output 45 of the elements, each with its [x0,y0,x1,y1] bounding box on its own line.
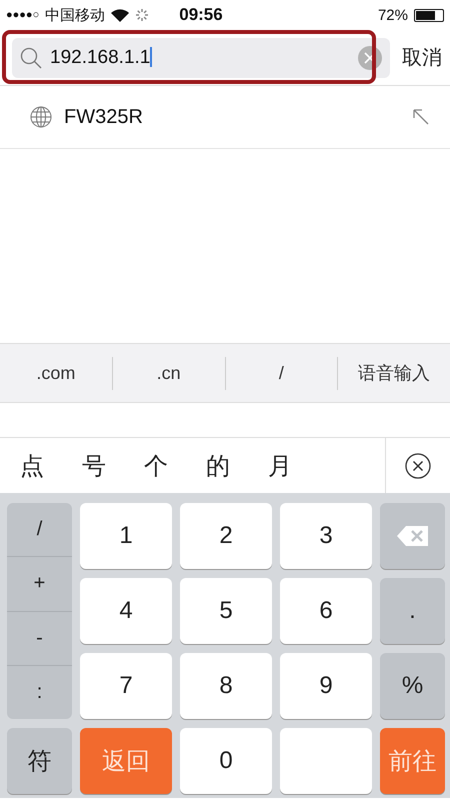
arrow-icon[interactable] [412,108,430,126]
delete-key[interactable] [380,503,445,569]
search-icon [20,46,42,68]
shortcut-key[interactable]: .com [0,356,113,390]
keyboard-key[interactable]: 2 [180,503,272,569]
globe-icon [30,106,52,128]
keyboard-key[interactable]: 7 [80,653,172,719]
suggestion-row[interactable]: FW325R [0,86,450,149]
candidate-word[interactable]: 点 [20,450,44,482]
keyboard-key[interactable]: . [380,578,445,644]
suggestion-text: FW325R [64,106,144,128]
candidate-word[interactable]: 个 [144,450,168,482]
keyboard-key[interactable]: 9 [280,653,372,719]
carrier-name: 中国移动 [45,6,106,24]
search-field[interactable]: 192.168.1.1 [12,38,390,78]
clear-icon[interactable] [358,46,382,70]
search-text: 192.168.1.1 [50,46,153,68]
candidate-word[interactable]: 的 [206,450,230,482]
keyboard-key[interactable]: 8 [180,653,272,719]
loading-spinner-icon [135,8,150,22]
keyboard-key[interactable]: 0 [180,728,272,794]
shortcut-key[interactable]: / [226,356,338,390]
close-icon[interactable] [405,452,431,478]
battery-percentage: 72% [378,6,408,24]
cancel-button[interactable]: 取消 [402,44,442,71]
symbol-key[interactable]: / [7,503,72,558]
symbol-key[interactable]: + [7,557,72,612]
battery-icon [414,8,444,22]
clock: 09:56 [179,5,223,25]
candidate-word[interactable]: 月 [268,450,292,482]
shortcut-key[interactable]: .cn [112,356,226,390]
symbol-key[interactable]: - [7,612,72,666]
keyboard-key[interactable]: 6 [280,578,372,644]
keyboard-key[interactable]: 4 [80,578,172,644]
keyboard-key[interactable]: 1 [80,503,172,569]
backspace-icon [396,525,430,547]
candidate-word[interactable]: 号 [82,450,106,482]
keyboard-key[interactable]: 符 [7,728,72,794]
shortcut-key[interactable]: 语音输入 [338,355,450,391]
keyboard-key[interactable]: 3 [280,503,372,569]
keyboard-key[interactable]: % [380,653,445,719]
symbol-key[interactable]: : [7,666,72,719]
wifi-icon [111,8,130,22]
signal-strength: ●●●●○ [6,9,40,21]
keyboard-key[interactable]: 5 [180,578,272,644]
